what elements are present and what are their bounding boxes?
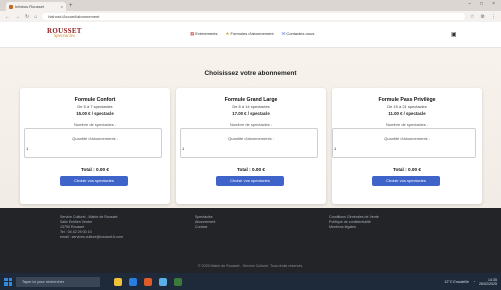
mail-icon: ✉ xyxy=(281,31,286,36)
bookmark-star-icon[interactable]: ☆ xyxy=(470,14,474,20)
card-price: 15.00 € / spectacle xyxy=(76,111,114,116)
app-icon[interactable] xyxy=(174,277,182,286)
back-icon[interactable]: ← xyxy=(5,14,10,20)
card-total: Total : 0.00 € xyxy=(236,167,266,172)
shows-count-field[interactable] xyxy=(24,128,162,158)
home-icon[interactable]: ⌂ xyxy=(34,14,37,20)
main-menu: ▦Evénements ★Formules d'abonnement ✉Cont… xyxy=(190,31,314,37)
taskbar-apps xyxy=(114,277,182,286)
card-total: Total : 0.00 € xyxy=(392,167,422,172)
menu-icon[interactable]: ⋮ xyxy=(491,14,496,20)
system-tray: 12°C Ensoleillé ◔ 14:35 26/02/2025 xyxy=(444,278,497,286)
new-tab-button[interactable]: + xyxy=(69,2,73,11)
footer-email[interactable]: email : services.culture@rousset-fr.com xyxy=(60,235,123,240)
menu-label: Evénements xyxy=(195,31,218,36)
site-footer: Service Culturel - Mairie de Rousset Sal… xyxy=(0,208,501,273)
card-range: De 15 à 21 spectacles xyxy=(387,104,427,109)
footer-legal: Conditions Générales de Vente Politique … xyxy=(329,215,379,230)
copyright: © 2025 Mairie de Rousset - Service Cultu… xyxy=(197,264,304,268)
quantity-input[interactable]: 1 xyxy=(180,145,318,153)
quantity-label: Quantité d'abonnements : xyxy=(72,136,118,141)
menu-item-formules[interactable]: ★Formules d'abonnement xyxy=(226,31,274,37)
shows-count-label: Nombre de spectacles : xyxy=(385,122,429,127)
window-controls: – □ × xyxy=(468,1,495,7)
choose-shows-button[interactable]: Choisir vos spectacles xyxy=(60,176,128,186)
card-range: De 8 à 14 spectacles xyxy=(232,104,270,109)
quantity-input[interactable]: 1 xyxy=(24,145,162,153)
star-icon: ★ xyxy=(225,31,230,36)
start-button[interactable] xyxy=(4,277,12,286)
user-icon[interactable]: ▣ xyxy=(451,31,457,38)
subscription-card-pass-privilege: Formule Pass Privilège De 15 à 21 specta… xyxy=(332,88,482,204)
menu-label: Contactez-nous xyxy=(286,31,315,36)
network-icon[interactable]: ◔ xyxy=(473,280,475,284)
subscription-card-confort: Formule Confort De 5 à 7 spectacles 15.0… xyxy=(20,88,170,204)
close-window-button[interactable]: × xyxy=(492,1,495,7)
site-header: ROUSSET Spectacles ▦Evénements ★Formules… xyxy=(0,22,501,48)
clock[interactable]: 14:35 26/02/2025 xyxy=(479,278,497,286)
quantity-label: Quantité d'abonnements : xyxy=(384,136,430,141)
shows-count-field[interactable] xyxy=(332,128,476,158)
reload-icon[interactable]: ↻ xyxy=(25,14,29,20)
file-explorer-icon[interactable] xyxy=(114,277,122,286)
footer-links: Spectacles Abonnement Contact xyxy=(195,215,215,230)
shows-count-label: Nombre de spectacles : xyxy=(73,122,117,127)
main-content: Choisissez votre abonnement Formule Conf… xyxy=(0,48,501,208)
clock-date: 26/02/2025 xyxy=(479,281,497,286)
footer-contact: Service Culturel - Mairie de Rousset Sal… xyxy=(60,215,123,240)
firefox-icon[interactable] xyxy=(144,277,152,286)
card-price: 11.00 € / spectacle xyxy=(388,111,426,116)
favicon-icon xyxy=(9,4,13,9)
menu-item-contact[interactable]: ✉Contactez-nous xyxy=(282,31,315,37)
browser-tabstrip: Infobus Rousset × + – □ × xyxy=(0,0,501,11)
mail-app-icon[interactable] xyxy=(159,277,167,286)
maximize-button[interactable]: □ xyxy=(480,1,483,7)
footer-link-legal[interactable]: Mentions légales xyxy=(329,225,379,230)
windows-taskbar: Taper ici pour rechercher 12°C Ensoleill… xyxy=(0,273,501,290)
url-field[interactable]: hlshost:/Accueil/abonnement xyxy=(42,13,466,20)
card-range: De 5 à 7 spectacles xyxy=(77,104,113,109)
page-title: Choisissez votre abonnement xyxy=(204,70,297,77)
quantity-label: Quantité d'abonnements : xyxy=(228,136,274,141)
tab-close-icon[interactable]: × xyxy=(61,4,63,9)
shows-count-field[interactable] xyxy=(180,128,318,158)
settings-icon[interactable]: ⚙ xyxy=(481,14,485,20)
site-logo[interactable]: ROUSSET Spectacles xyxy=(47,27,82,39)
card-total: Total : 0.00 € xyxy=(80,167,110,172)
subscription-card-grand-large: Formule Grand Large De 8 à 14 spectacles… xyxy=(176,88,326,204)
quantity-input[interactable]: 1 xyxy=(332,145,476,153)
shows-count-label: Nombre de spectacles : xyxy=(229,122,273,127)
minimize-button[interactable]: – xyxy=(468,1,471,7)
card-name: Formule Confort xyxy=(74,97,116,103)
forward-icon[interactable]: → xyxy=(15,14,20,20)
footer-link-contact[interactable]: Contact xyxy=(195,225,215,230)
card-name: Formule Pass Privilège xyxy=(378,97,436,103)
edge-icon[interactable] xyxy=(129,277,137,286)
menu-label: Formules d'abonnement xyxy=(230,31,274,36)
browser-tab[interactable]: Infobus Rousset × xyxy=(6,2,66,11)
card-price: 17.00 € / spectacle xyxy=(232,111,270,116)
calendar-icon: ▦ xyxy=(190,31,195,36)
taskbar-search[interactable]: Taper ici pour rechercher xyxy=(16,276,100,287)
choose-shows-button[interactable]: Choisir vos spectacles xyxy=(372,176,440,186)
tab-title: Infobus Rousset xyxy=(15,4,44,9)
card-name: Formule Grand Large xyxy=(224,97,278,103)
menu-item-evenements[interactable]: ▦Evénements xyxy=(190,31,218,37)
address-bar: ← → ↻ ⌂ hlshost:/Accueil/abonnement ☆ ⚙ … xyxy=(0,11,501,22)
weather-status[interactable]: 12°C Ensoleillé xyxy=(444,280,468,284)
choose-shows-button[interactable]: Choisir vos spectacles xyxy=(216,176,284,186)
